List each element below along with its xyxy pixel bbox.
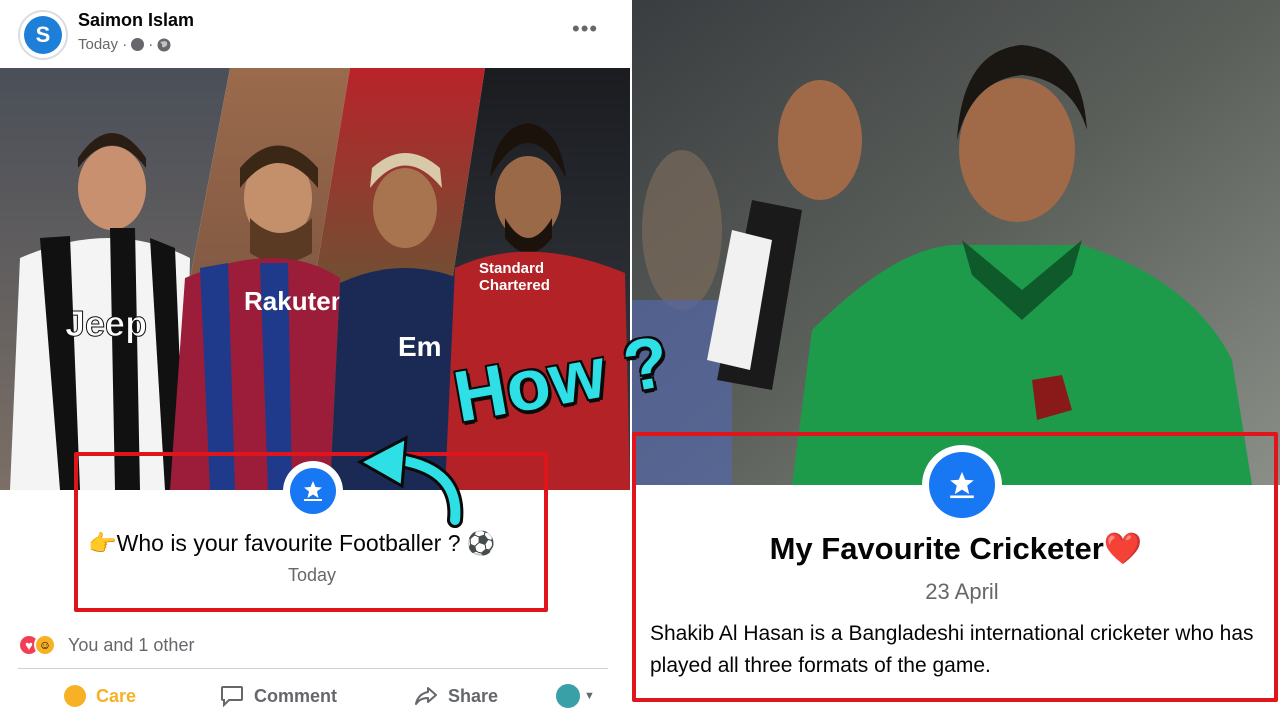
post-photo[interactable]: Jeep Rakuten Em Standard Chartered	[0, 68, 630, 490]
care-button[interactable]: Care	[64, 676, 136, 716]
share-button[interactable]: Share	[414, 676, 498, 716]
comment-button[interactable]: Comment	[220, 676, 337, 716]
svg-text:Standard: Standard	[479, 260, 544, 277]
cricketer-image	[632, 0, 1280, 485]
care-reaction-icon: ☺	[34, 634, 56, 656]
share-icon	[415, 687, 437, 705]
chevron-down-icon: ▼	[584, 690, 595, 702]
cricketer-photo[interactable]	[632, 0, 1280, 485]
avatar-logo: S	[24, 16, 62, 54]
audience-icon	[556, 684, 580, 708]
comment-icon	[221, 686, 243, 707]
reactions-summary[interactable]: ♥ ☺ You and 1 other	[18, 630, 194, 660]
svg-text:Chartered: Chartered	[479, 277, 550, 294]
more-icon[interactable]: •••	[572, 18, 598, 40]
post-time[interactable]: Today ·	[78, 36, 127, 53]
clock-icon	[131, 38, 145, 51]
svg-text:Rakuten: Rakuten	[244, 286, 347, 316]
audience-selector[interactable]: ▼	[556, 676, 595, 716]
curved-arrow-icon	[356, 435, 464, 528]
action-bar: Care Comment Share ▼	[0, 676, 630, 716]
globe-icon	[157, 38, 171, 51]
reactions-text: You and 1 other	[68, 634, 195, 655]
svg-text:Em: Em	[398, 331, 442, 362]
author-name[interactable]: Saimon Islam	[78, 10, 194, 31]
care-icon	[64, 685, 86, 707]
highlight-box-right	[632, 432, 1278, 702]
divider	[18, 668, 608, 669]
svg-text:Jeep: Jeep	[65, 303, 147, 344]
avatar[interactable]: S	[18, 10, 68, 60]
footballers-photo: Jeep Rakuten Em Standard Chartered	[0, 68, 630, 490]
post-header: S Saimon Islam Today · · •••	[0, 0, 630, 68]
post-meta: Today · ·	[78, 36, 171, 53]
